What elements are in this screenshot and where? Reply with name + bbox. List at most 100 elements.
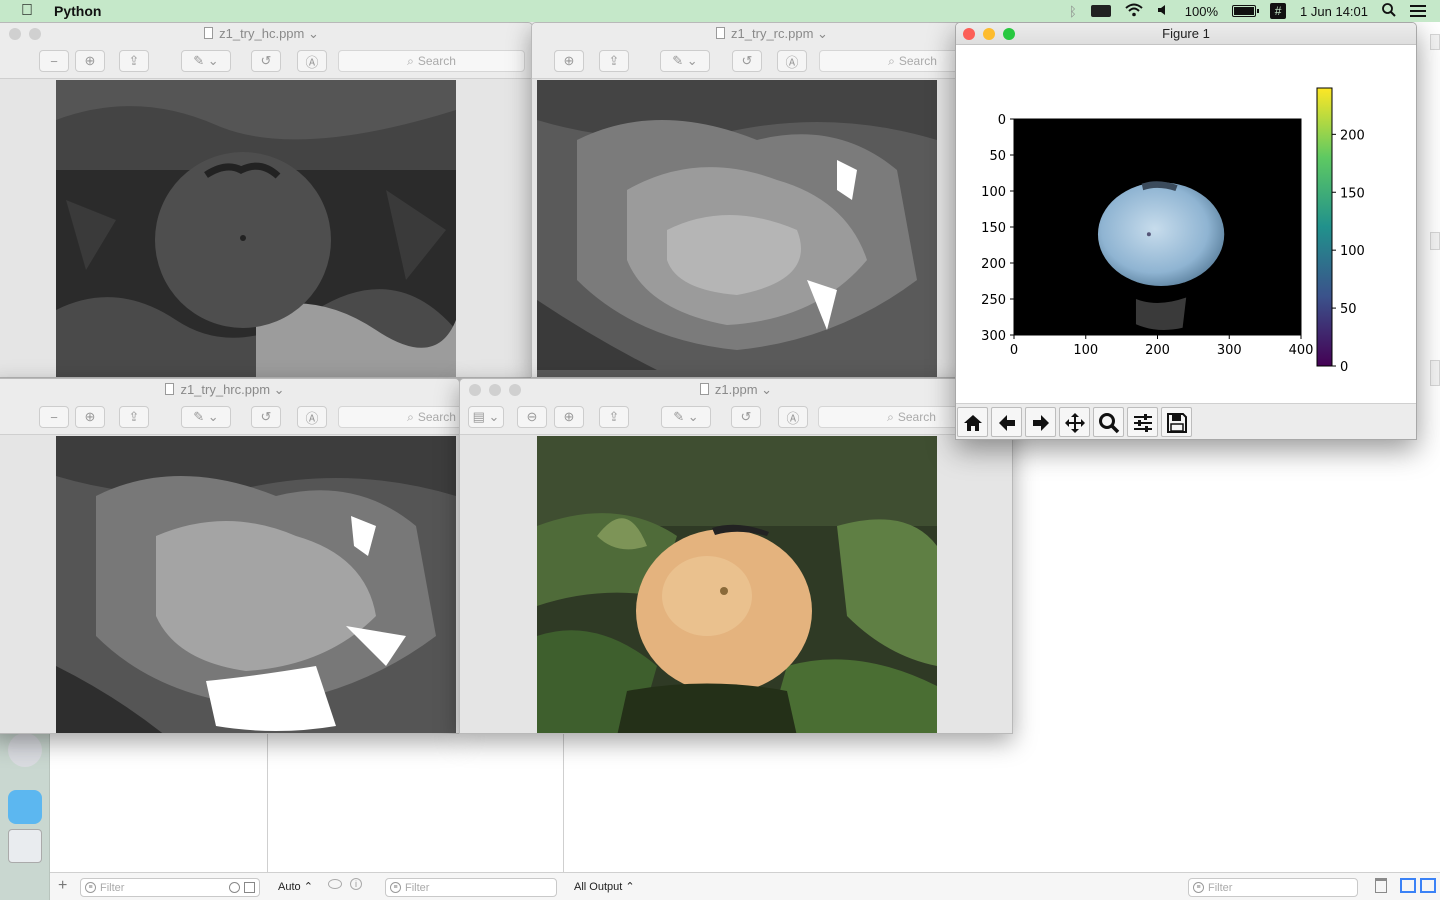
split-left-icon[interactable] (1400, 878, 1416, 893)
forward-arrow-icon[interactable] (1025, 407, 1056, 437)
quick-look-icon[interactable] (328, 879, 342, 889)
x-tick-label: 300 (1217, 343, 1242, 358)
pumpkin-photo (537, 436, 937, 733)
share-button[interactable]: ⇪ (599, 406, 629, 428)
output-selector[interactable]: All Output ⌃ (574, 880, 635, 893)
y-tick-label: 0 (998, 113, 1006, 128)
app-name-menu[interactable]: Python (54, 3, 101, 19)
recent-icon[interactable] (229, 882, 240, 893)
search-field[interactable]: ⌕ Search (338, 50, 525, 72)
window-titlebar[interactable]: z1.ppm ⌄ (460, 379, 1012, 401)
rocket-icon[interactable] (8, 733, 42, 767)
zoom-in-button[interactable]: ⊕ (554, 50, 584, 72)
zoom-in-button[interactable]: ⊕ (75, 406, 105, 428)
markup-button[interactable]: ✎ ⌄ (181, 406, 231, 428)
share-button[interactable]: ⇪ (119, 50, 149, 72)
colorbar-tick-label: 0 (1340, 360, 1348, 375)
wifi-icon[interactable] (1125, 3, 1143, 20)
rotate-button[interactable]: ↺ (731, 406, 761, 428)
downloads-folder-icon[interactable] (8, 790, 42, 824)
filter-icon: ≡ (85, 882, 96, 893)
share-button[interactable]: ⇪ (119, 406, 149, 428)
rotate-button[interactable]: ↺ (732, 50, 762, 72)
window-title: z1_try_hc.ppm (219, 26, 305, 41)
zoom-out-button[interactable]: − (39, 406, 69, 428)
trash-icon[interactable] (8, 829, 42, 863)
plot-canvas[interactable]: 0 100 200 300 400 0 50 100 150 200 250 300 0 50 100 1… (956, 46, 1416, 391)
colorbar-tick-label: 50 (1340, 302, 1357, 317)
window-title: z1.ppm (714, 382, 758, 397)
x-tick-label: 400 (1289, 343, 1314, 358)
memory-icon[interactable] (1090, 5, 1111, 17)
clock[interactable]: 1 Jun 14:01 (1300, 4, 1368, 19)
image-z1 (537, 436, 937, 733)
minimize-button[interactable] (29, 28, 41, 40)
ide-panel-toggle-icon[interactable] (1430, 34, 1440, 50)
annotate-button[interactable]: Ⓐ (778, 406, 808, 428)
preview-window-rc[interactable]: z1_try_rc.ppm ⌄ − ⊕ ⇪ ✎ ⌄ ↺ Ⓐ ⌕Search (531, 22, 1013, 378)
hue-channel-image (56, 80, 456, 377)
volume-icon[interactable] (1157, 3, 1171, 20)
annotate-button[interactable]: Ⓐ (297, 406, 327, 428)
clear-icon[interactable] (244, 882, 255, 893)
split-right-icon[interactable] (1420, 878, 1436, 893)
add-icon[interactable]: + (58, 877, 67, 895)
save-icon[interactable] (1161, 407, 1192, 437)
filter-placeholder: Filter (100, 881, 125, 894)
zoom-out-button[interactable]: ⊖ (517, 406, 547, 428)
close-button[interactable] (469, 384, 481, 396)
share-button[interactable]: ⇪ (599, 50, 629, 72)
notification-center-icon[interactable] (1410, 5, 1426, 17)
markup-button[interactable]: ✎ ⌄ (661, 406, 711, 428)
output-filter-field[interactable]: ≡ Filter (1188, 878, 1358, 897)
image-rc (537, 80, 937, 377)
pan-icon[interactable] (1059, 407, 1090, 437)
heatmap-image (1013, 118, 1302, 336)
console-filter-field[interactable]: ≡ Filter (385, 878, 557, 897)
pumpkin-stem-mark (1146, 232, 1151, 237)
home-icon[interactable] (957, 407, 988, 437)
preview-window-hrc[interactable]: z1_try_hrc.ppm ⌄ − ⊕ ⇪ ✎ ⌄ ↺ Ⓐ ⌕ Search (0, 378, 460, 734)
rotate-button[interactable]: ↺ (251, 406, 281, 428)
bluetooth-icon[interactable]: ᛒ (1069, 4, 1077, 19)
document-icon (165, 383, 175, 395)
back-arrow-icon[interactable] (991, 407, 1022, 437)
annotate-button[interactable]: Ⓐ (777, 50, 807, 72)
window-titlebar[interactable]: z1_try_rc.ppm ⌄ (532, 23, 1012, 45)
zoom-button[interactable] (1003, 28, 1015, 40)
preview-window-z1[interactable]: z1.ppm ⌄ ▤ ⌄ ⊖ ⊕ ⇪ ✎ ⌄ ↺ Ⓐ ⌕ Search (459, 378, 1013, 734)
input-source-icon[interactable]: # (1270, 3, 1287, 19)
variables-filter-field[interactable]: ≡ Filter (80, 878, 260, 897)
apple-menu-icon[interactable]:  (0, 2, 54, 20)
search-field[interactable]: ⌕ Search (338, 406, 459, 428)
document-icon (699, 383, 709, 395)
sidebar-toggle-button[interactable]: ▤ ⌄ (468, 406, 504, 428)
spotlight-icon[interactable] (1382, 2, 1396, 20)
minimize-button[interactable] (983, 28, 995, 40)
zoom-in-button[interactable]: ⊕ (75, 50, 105, 72)
window-titlebar[interactable]: z1_try_hrc.ppm ⌄ (0, 379, 459, 401)
zoom-in-button[interactable]: ⊕ (554, 406, 584, 428)
preview-window-hc[interactable]: z1_try_hc.ppm ⌄ − ⊕ ⇪ ✎ ⌄ ↺ Ⓐ ⌕ Search (0, 22, 533, 378)
menu-bar:  Python ᛒ 100% # 1 Jun 14:01 (0, 0, 1440, 22)
close-button[interactable] (9, 28, 21, 40)
minimize-button[interactable] (489, 384, 501, 396)
trash-icon[interactable] (1375, 878, 1387, 893)
configure-subplots-icon[interactable] (1127, 407, 1158, 437)
info-icon[interactable]: i (350, 878, 362, 890)
markup-button[interactable]: ✎ ⌄ (660, 50, 710, 72)
figure-titlebar[interactable]: Figure 1 (956, 23, 1416, 45)
auto-selector[interactable]: Auto ⌃ (278, 880, 313, 893)
battery-icon[interactable] (1232, 5, 1260, 17)
filter-icon: ≡ (1193, 882, 1204, 893)
window-titlebar[interactable]: z1_try_hc.ppm ⌄ (0, 23, 532, 45)
rotate-button[interactable]: ↺ (251, 50, 281, 72)
markup-button[interactable]: ✎ ⌄ (181, 50, 231, 72)
zoom-button[interactable] (509, 384, 521, 396)
zoom-out-button[interactable]: − (39, 50, 69, 72)
close-button[interactable] (963, 28, 975, 40)
annotate-button[interactable]: Ⓐ (297, 50, 327, 72)
matplotlib-figure-window[interactable]: Figure 1 0 100 200 300 400 0 50 100 150 200 250 30… (955, 22, 1417, 440)
search-icon: ⌕ (407, 53, 414, 68)
zoom-icon[interactable] (1093, 407, 1124, 437)
